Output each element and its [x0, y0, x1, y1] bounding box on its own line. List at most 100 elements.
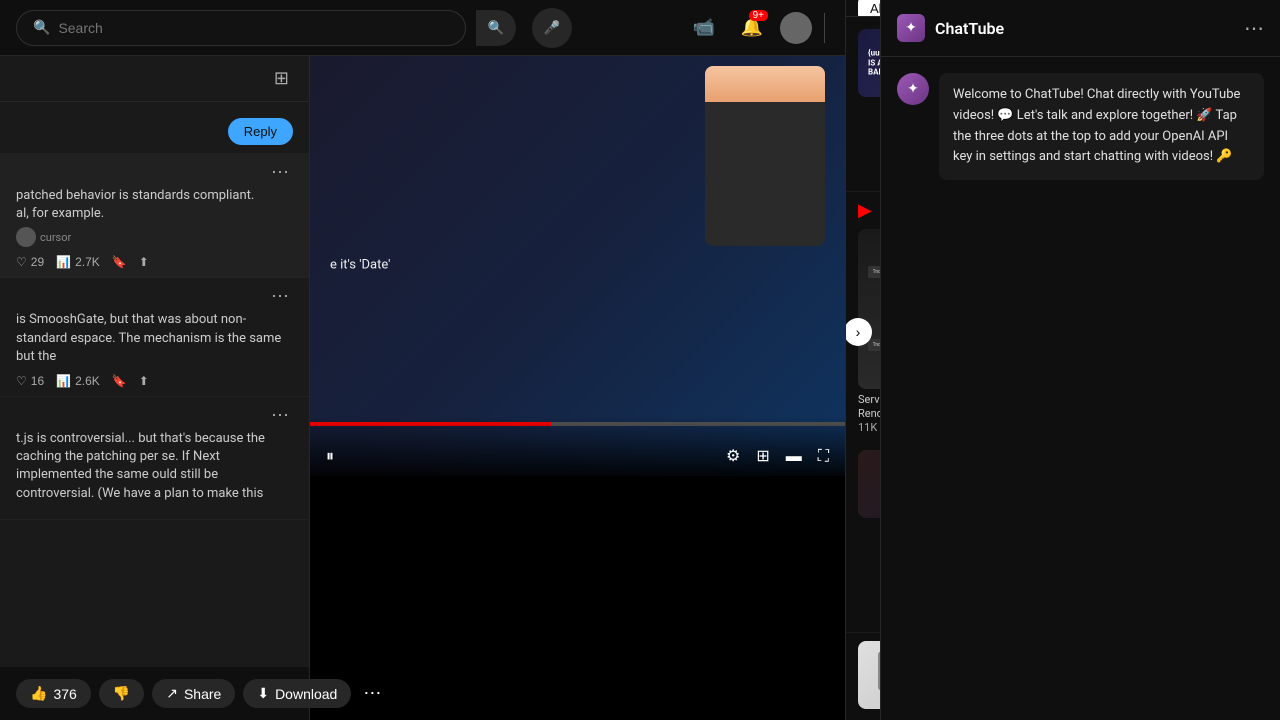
download-video-button[interactable]: ⬇ Download	[243, 679, 351, 708]
search-icon: 🔍	[488, 20, 505, 36]
grid-cell: Tndr	[868, 339, 880, 351]
comment-actions: ♡ 29 📊 2.7K 🔖 ⬆	[16, 255, 293, 269]
chart-icon: 📊	[56, 374, 71, 388]
thumbs-up-icon: 👍	[30, 685, 47, 702]
list-item[interactable]: 10:12 Full subtractor designing using 2:…	[846, 442, 880, 632]
comment-more-button[interactable]: ⋯	[267, 162, 293, 183]
recommendations-panel: All From Theo - t3.gg Presentations Re..…	[845, 0, 880, 720]
share-icon: ⬆	[139, 374, 149, 388]
like-button[interactable]: ♡ 29	[16, 255, 44, 269]
list-item: ⋯ is SmooshGate, but that was about non-…	[0, 278, 309, 397]
short-title: Server Side Rendering in...	[858, 393, 880, 422]
youtube-panel: 🔍 🔍 🎤 📹 🔔 9+ ⊞	[0, 0, 845, 720]
layout-icon: ⊞	[756, 446, 769, 466]
grid-cell: Tndr	[868, 266, 880, 278]
comment-text: t.js is controversial... but that's beca…	[16, 430, 293, 503]
chattube-messages: ✦ Welcome to ChatTube! Chat directly wit…	[881, 57, 1280, 720]
shorts-header: ▶ Shorts	[858, 200, 868, 221]
divider	[824, 13, 825, 43]
tablet-shape	[878, 651, 880, 691]
like-button[interactable]: ♡ 16	[16, 374, 44, 388]
comment-more-button[interactable]: ⋯	[267, 405, 293, 426]
heart-icon: ♡	[16, 255, 27, 269]
search-input[interactable]	[58, 20, 449, 36]
list-item[interactable]: 12:51 M4 iPad Impressions: Well This is …	[846, 633, 880, 720]
comments-panel-toggle[interactable]: ⊞	[270, 68, 293, 89]
more-video-actions-button[interactable]: ⋯	[359, 679, 385, 708]
list-item: ⋯ t.js is controversial... but that's be…	[0, 397, 309, 520]
video-actions-bar: 👍 376 👎 ↗ Share ⬇ Download ⋯	[0, 667, 309, 720]
chattube-logo: ✦	[897, 14, 925, 42]
chattube-more-button[interactable]: ⋯	[1244, 16, 1264, 41]
like-video-button[interactable]: 👍 376	[16, 679, 91, 708]
video-caption: e it's 'Date'	[330, 256, 390, 277]
tab-all[interactable]: All	[858, 0, 880, 17]
stats-count: 2.7K	[75, 255, 100, 269]
welcome-message: Welcome to ChatTube! Chat directly with …	[939, 73, 1264, 180]
theater-icon: ▬	[786, 448, 802, 466]
download-icon: ⬇	[257, 685, 269, 702]
comment-text: is SmooshGate, but that was about non-st…	[16, 311, 293, 366]
search-bar-container: 🔍	[16, 10, 466, 46]
mic-icon: 🎤	[544, 20, 561, 36]
chattube-title: ChatTube	[935, 19, 1004, 38]
short-thumbnail-1: Tndr Copy Drgn Tndr Copy Name	[858, 229, 880, 389]
bookmark-icon: 🔖	[112, 255, 127, 269]
reply-button[interactable]: Reply	[228, 118, 293, 145]
share-button[interactable]: ⬆	[139, 374, 149, 388]
fullscreen-icon: ⛶	[818, 448, 829, 466]
video-controls-bar: ⏸ ⚙ ⊞ ▬ ⛶	[310, 416, 845, 476]
bookmark-button[interactable]: 🔖	[112, 255, 127, 269]
comments-panel: ⊞ Reply ⋯ patched behavior is standards …	[0, 56, 310, 720]
notification-button[interactable]: 🔔 9+	[732, 8, 772, 48]
video-area: e it's 'Date' ⏸ ⚙ ⊞	[310, 56, 845, 720]
share-button[interactable]: ⬆	[139, 255, 149, 269]
uuid-thumbnail-text: {uuid}IS ABAD ID	[868, 49, 880, 78]
video-thumbnail: e it's 'Date' ⏸ ⚙ ⊞	[310, 56, 845, 476]
stats-button[interactable]: 📊 2.7K	[56, 255, 100, 269]
comments-list: Reply ⋯ patched behavior is standards co…	[0, 102, 309, 667]
theater-mode-button[interactable]: ▬	[782, 446, 806, 468]
settings-button[interactable]: ⚙	[722, 444, 744, 468]
voice-search-button[interactable]: 🎤	[532, 8, 572, 48]
shorts-next-button[interactable]: ›	[845, 318, 872, 346]
upload-button[interactable]: 📹	[684, 8, 724, 48]
bot-avatar-icon: ✦	[907, 81, 919, 97]
user-avatar-button[interactable]	[780, 12, 812, 44]
comment-more-button[interactable]: ⋯	[267, 286, 293, 307]
chattube-header: ✦ ChatTube ⋯	[881, 0, 1280, 57]
bot-avatar: ✦	[897, 73, 929, 105]
search-input-icon: 🔍	[33, 20, 50, 36]
short-views: 11K views	[858, 421, 880, 434]
shorts-section: ▶ Shorts Tndr Copy Drgn Tndr Copy	[846, 192, 880, 443]
list-item: ⋯ patched behavior is standards complian…	[0, 154, 309, 278]
dislike-video-button[interactable]: 👎	[99, 679, 144, 708]
comment-text: patched behavior is standards compliant.…	[16, 187, 293, 247]
chattube-panel: ✦ ChatTube ⋯ ✦ Welcome to ChatTube! Chat…	[880, 0, 1280, 720]
like-count: 29	[31, 255, 44, 269]
thumbs-down-icon: 👎	[113, 685, 130, 702]
bookmark-button[interactable]: 🔖	[112, 374, 127, 388]
featured-video[interactable]: {uuid}IS ABAD ID 25:53 The Problem With …	[846, 17, 880, 192]
pause-button[interactable]: ⏸	[322, 446, 338, 468]
video-comments-area: ⊞ Reply ⋯ patched behavior is standards …	[0, 56, 845, 720]
like-count: 16	[31, 374, 44, 388]
stats-button[interactable]: 📊 2.6K	[56, 374, 100, 388]
bookmark-icon: 🔖	[112, 374, 127, 388]
share-video-button[interactable]: ↗ Share	[152, 679, 235, 708]
filter-tabs: All From Theo - t3.gg Presentations Re..…	[846, 0, 880, 17]
comments-header: ⊞	[0, 56, 309, 102]
notification-badge: 9+	[749, 10, 768, 21]
list-item: ✦ Welcome to ChatTube! Chat directly wit…	[897, 73, 1264, 180]
shorts-grid: Tndr Copy Drgn Tndr Copy Name Server Sid…	[858, 229, 868, 435]
video-text-overlay: e it's 'Date'	[330, 256, 390, 277]
search-submit-button[interactable]: 🔍	[476, 10, 516, 46]
like-count: 376	[53, 686, 76, 702]
share-video-icon: ↗	[166, 685, 178, 702]
settings-icon: ⚙	[726, 446, 740, 466]
upload-icon: 📹	[693, 17, 715, 38]
fullscreen-button[interactable]: ⛶	[814, 446, 833, 468]
header-actions: 📹 🔔 9+	[684, 8, 829, 48]
layout-button[interactable]: ⊞	[752, 444, 773, 468]
shorts-icon: ▶	[858, 200, 872, 221]
